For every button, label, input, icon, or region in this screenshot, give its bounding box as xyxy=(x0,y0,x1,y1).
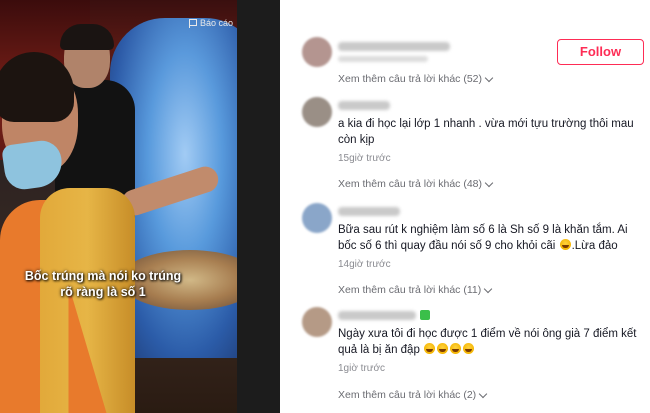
chevron-down-icon xyxy=(478,389,488,398)
chevron-down-icon xyxy=(484,178,494,187)
laughing-emoji-icon xyxy=(463,343,475,354)
view-more-label: Xem thêm câu trả lời khác (52) xyxy=(338,73,483,85)
chevron-down-icon xyxy=(484,73,494,82)
view-more-replies[interactable]: Xem thêm câu trả lời khác (2) xyxy=(338,389,488,401)
view-more-replies[interactable]: Xem thêm câu trả lời khác (48) xyxy=(338,178,494,190)
comment-text: Ngày xưa tôi đi học được 1 điểm về nói ô… xyxy=(338,326,643,358)
avatar[interactable] xyxy=(302,203,332,233)
view-more-label: Xem thêm câu trả lời khác (2) xyxy=(338,389,477,401)
username[interactable] xyxy=(338,42,450,51)
comment-text: Bữa sau rút k nghiệm làm số 6 là Sh số 9… xyxy=(338,222,643,254)
laughing-emoji-icon xyxy=(559,239,571,250)
view-more-replies[interactable]: Xem thêm câu trả lời khác (11) xyxy=(338,284,493,296)
comment-time: 15giờ trước xyxy=(338,153,391,164)
flag-icon xyxy=(188,18,197,28)
video-caption: Bốc trúng mà nói ko trúng rõ ràng là số … xyxy=(24,269,182,299)
video-player[interactable]: Báo cáo Bốc trúng mà nói ko trúng rõ ràn… xyxy=(0,0,237,413)
report-button[interactable]: Báo cáo xyxy=(188,18,233,28)
view-more-replies[interactable]: Xem thêm câu trả lời khác (52) xyxy=(338,73,494,85)
laughing-emoji-icon xyxy=(450,343,462,354)
comment-panel: Follow Xem thêm câu trả lời khác (52) a … xyxy=(280,0,650,413)
avatar[interactable] xyxy=(302,97,332,127)
laughing-emoji-icon xyxy=(437,343,449,354)
username[interactable] xyxy=(338,101,390,110)
comment-text-main: Ngày xưa tôi đi học được 1 điểm về nói ô… xyxy=(338,328,637,356)
follow-button[interactable]: Follow xyxy=(557,39,644,65)
comment-time: 1giờ trước xyxy=(338,363,386,374)
comment-text-end: .Lừa đảo xyxy=(571,240,618,252)
comment-text: a kia đi học lại lớp 1 nhanh . vừa mới t… xyxy=(338,118,634,146)
laughing-emoji-icon xyxy=(424,343,436,354)
verified-badge-icon xyxy=(420,310,430,320)
avatar[interactable] xyxy=(302,307,332,337)
user-subtitle xyxy=(338,56,428,62)
username[interactable] xyxy=(338,207,400,216)
report-label: Báo cáo xyxy=(199,18,233,28)
person-man-hair xyxy=(60,24,114,50)
video-side-panel xyxy=(237,0,280,413)
username[interactable] xyxy=(338,311,416,320)
view-more-label: Xem thêm câu trả lời khác (48) xyxy=(338,178,483,190)
view-more-label: Xem thêm câu trả lời khác (11) xyxy=(338,284,482,296)
avatar[interactable] xyxy=(302,37,332,67)
chevron-down-icon xyxy=(484,284,493,293)
comment-time: 14giờ trước xyxy=(338,259,391,270)
